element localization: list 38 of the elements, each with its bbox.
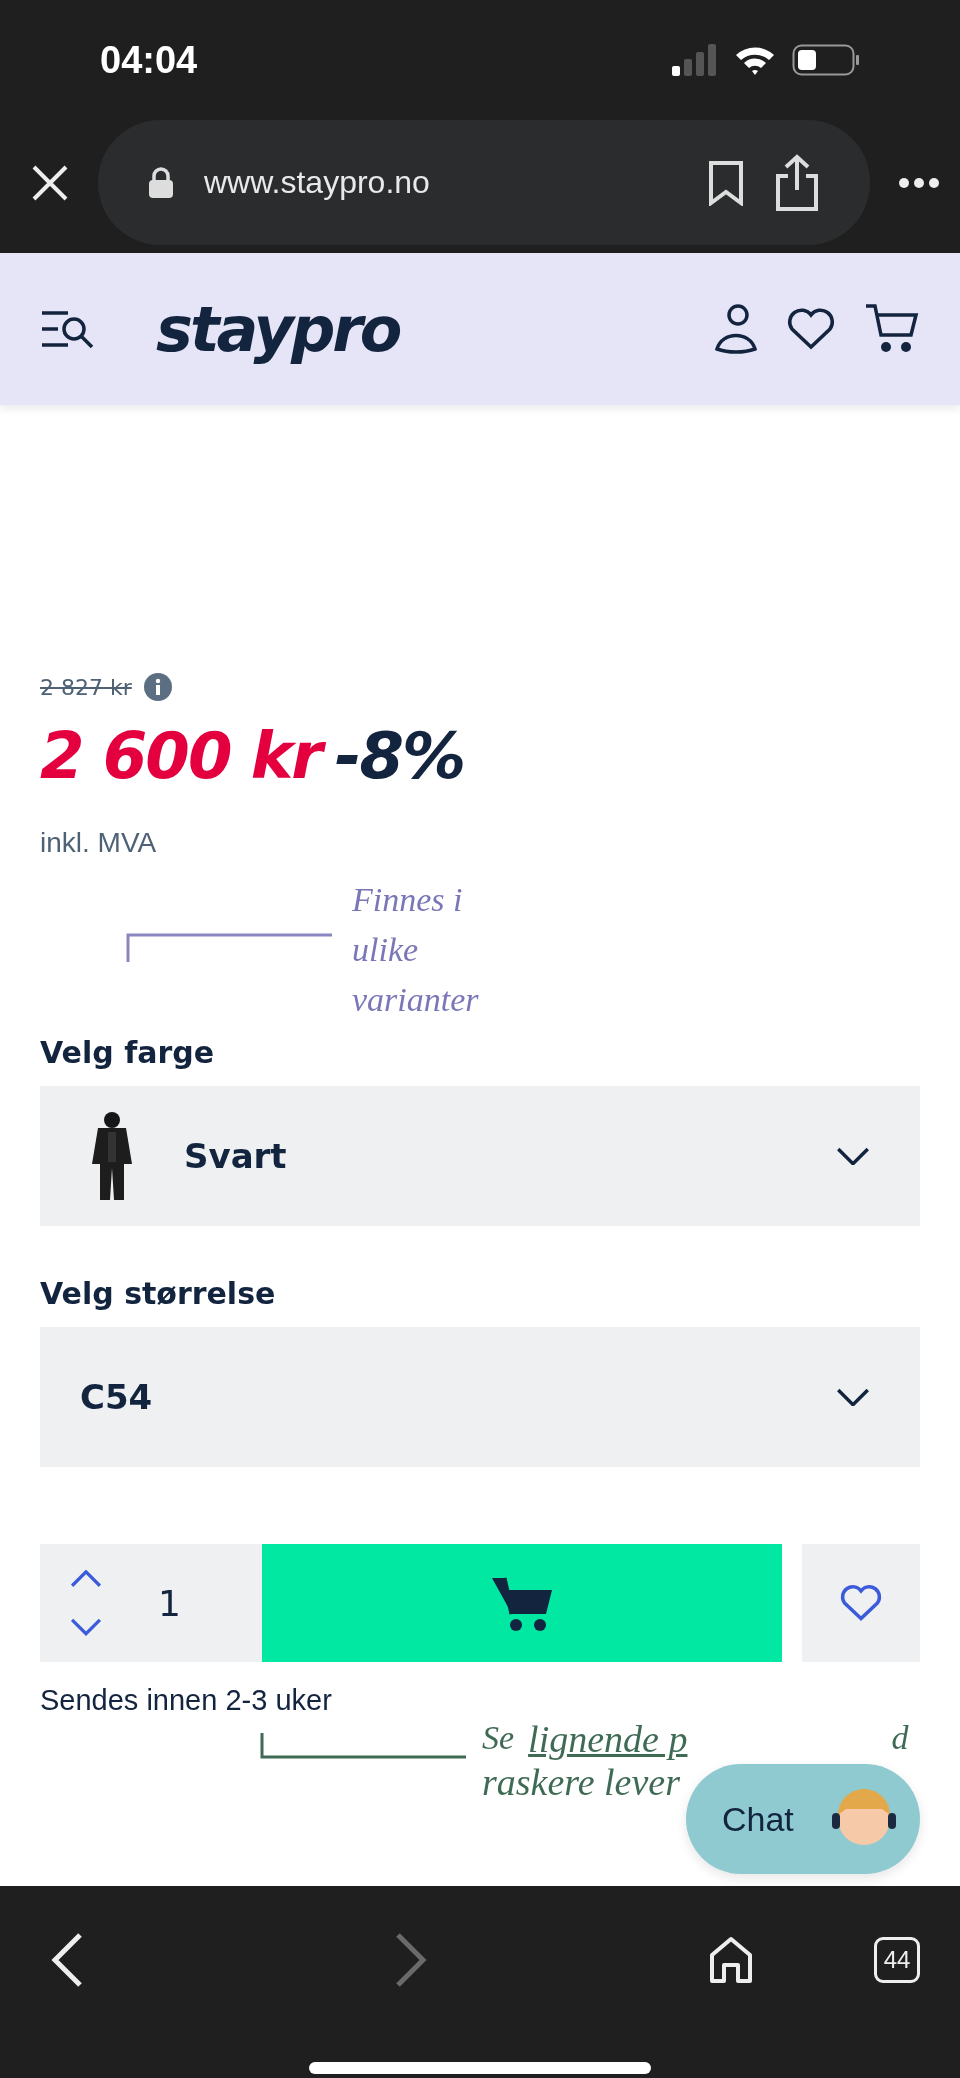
bookmark-button[interactable] <box>708 159 744 206</box>
heart-icon <box>839 1584 883 1622</box>
delivery-time: Sendes innen 2-3 uker <box>40 1684 333 1717</box>
wishlist-button[interactable] <box>786 307 836 351</box>
add-to-cart-button[interactable] <box>262 1544 782 1662</box>
option-label: Velg størrelse <box>40 1276 277 1311</box>
chat-button[interactable]: Chat <box>686 1764 920 1874</box>
option-select[interactable]: Svart <box>40 1086 920 1226</box>
chevron-down-icon <box>836 1146 870 1166</box>
share-button[interactable] <box>774 153 820 212</box>
similar-note: d <box>891 1718 909 1758</box>
account-button[interactable] <box>714 303 758 355</box>
option-select[interactable]: C54 <box>40 1327 920 1467</box>
address-bar[interactable]: www.staypro.no <box>98 120 870 245</box>
option-label: Velg farge <box>40 1035 216 1070</box>
home-button[interactable] <box>708 1935 754 1985</box>
status-time: 04:04 <box>100 38 198 82</box>
chevron-down-icon <box>836 1387 870 1407</box>
decrease-button[interactable] <box>70 1618 102 1636</box>
menu-search-button[interactable] <box>40 309 96 349</box>
cart-button[interactable] <box>864 303 920 355</box>
increase-button[interactable] <box>70 1570 102 1588</box>
signal-icon <box>672 44 718 76</box>
battery-icon <box>792 44 860 76</box>
similar-note: Se <box>482 1718 515 1758</box>
similar-note: raskere lever <box>482 1761 680 1803</box>
more-button[interactable] <box>898 176 940 189</box>
lock-icon <box>148 166 174 199</box>
discount-percent: -8% <box>334 719 465 793</box>
similar-link[interactable]: lignende p <box>528 1717 688 1761</box>
url-text: www.staypro.no <box>204 164 431 201</box>
quantity-field[interactable]: 1 <box>40 1544 262 1662</box>
back-button[interactable] <box>50 1932 84 1988</box>
tabs-button[interactable]: 44 <box>874 1937 920 1983</box>
info-icon[interactable] <box>143 673 172 701</box>
vat-note: inkl. MVA <box>40 827 158 859</box>
variants-note: Finnes i ulike varianter <box>352 880 480 1020</box>
old-price: 2 827 kr <box>40 674 132 700</box>
